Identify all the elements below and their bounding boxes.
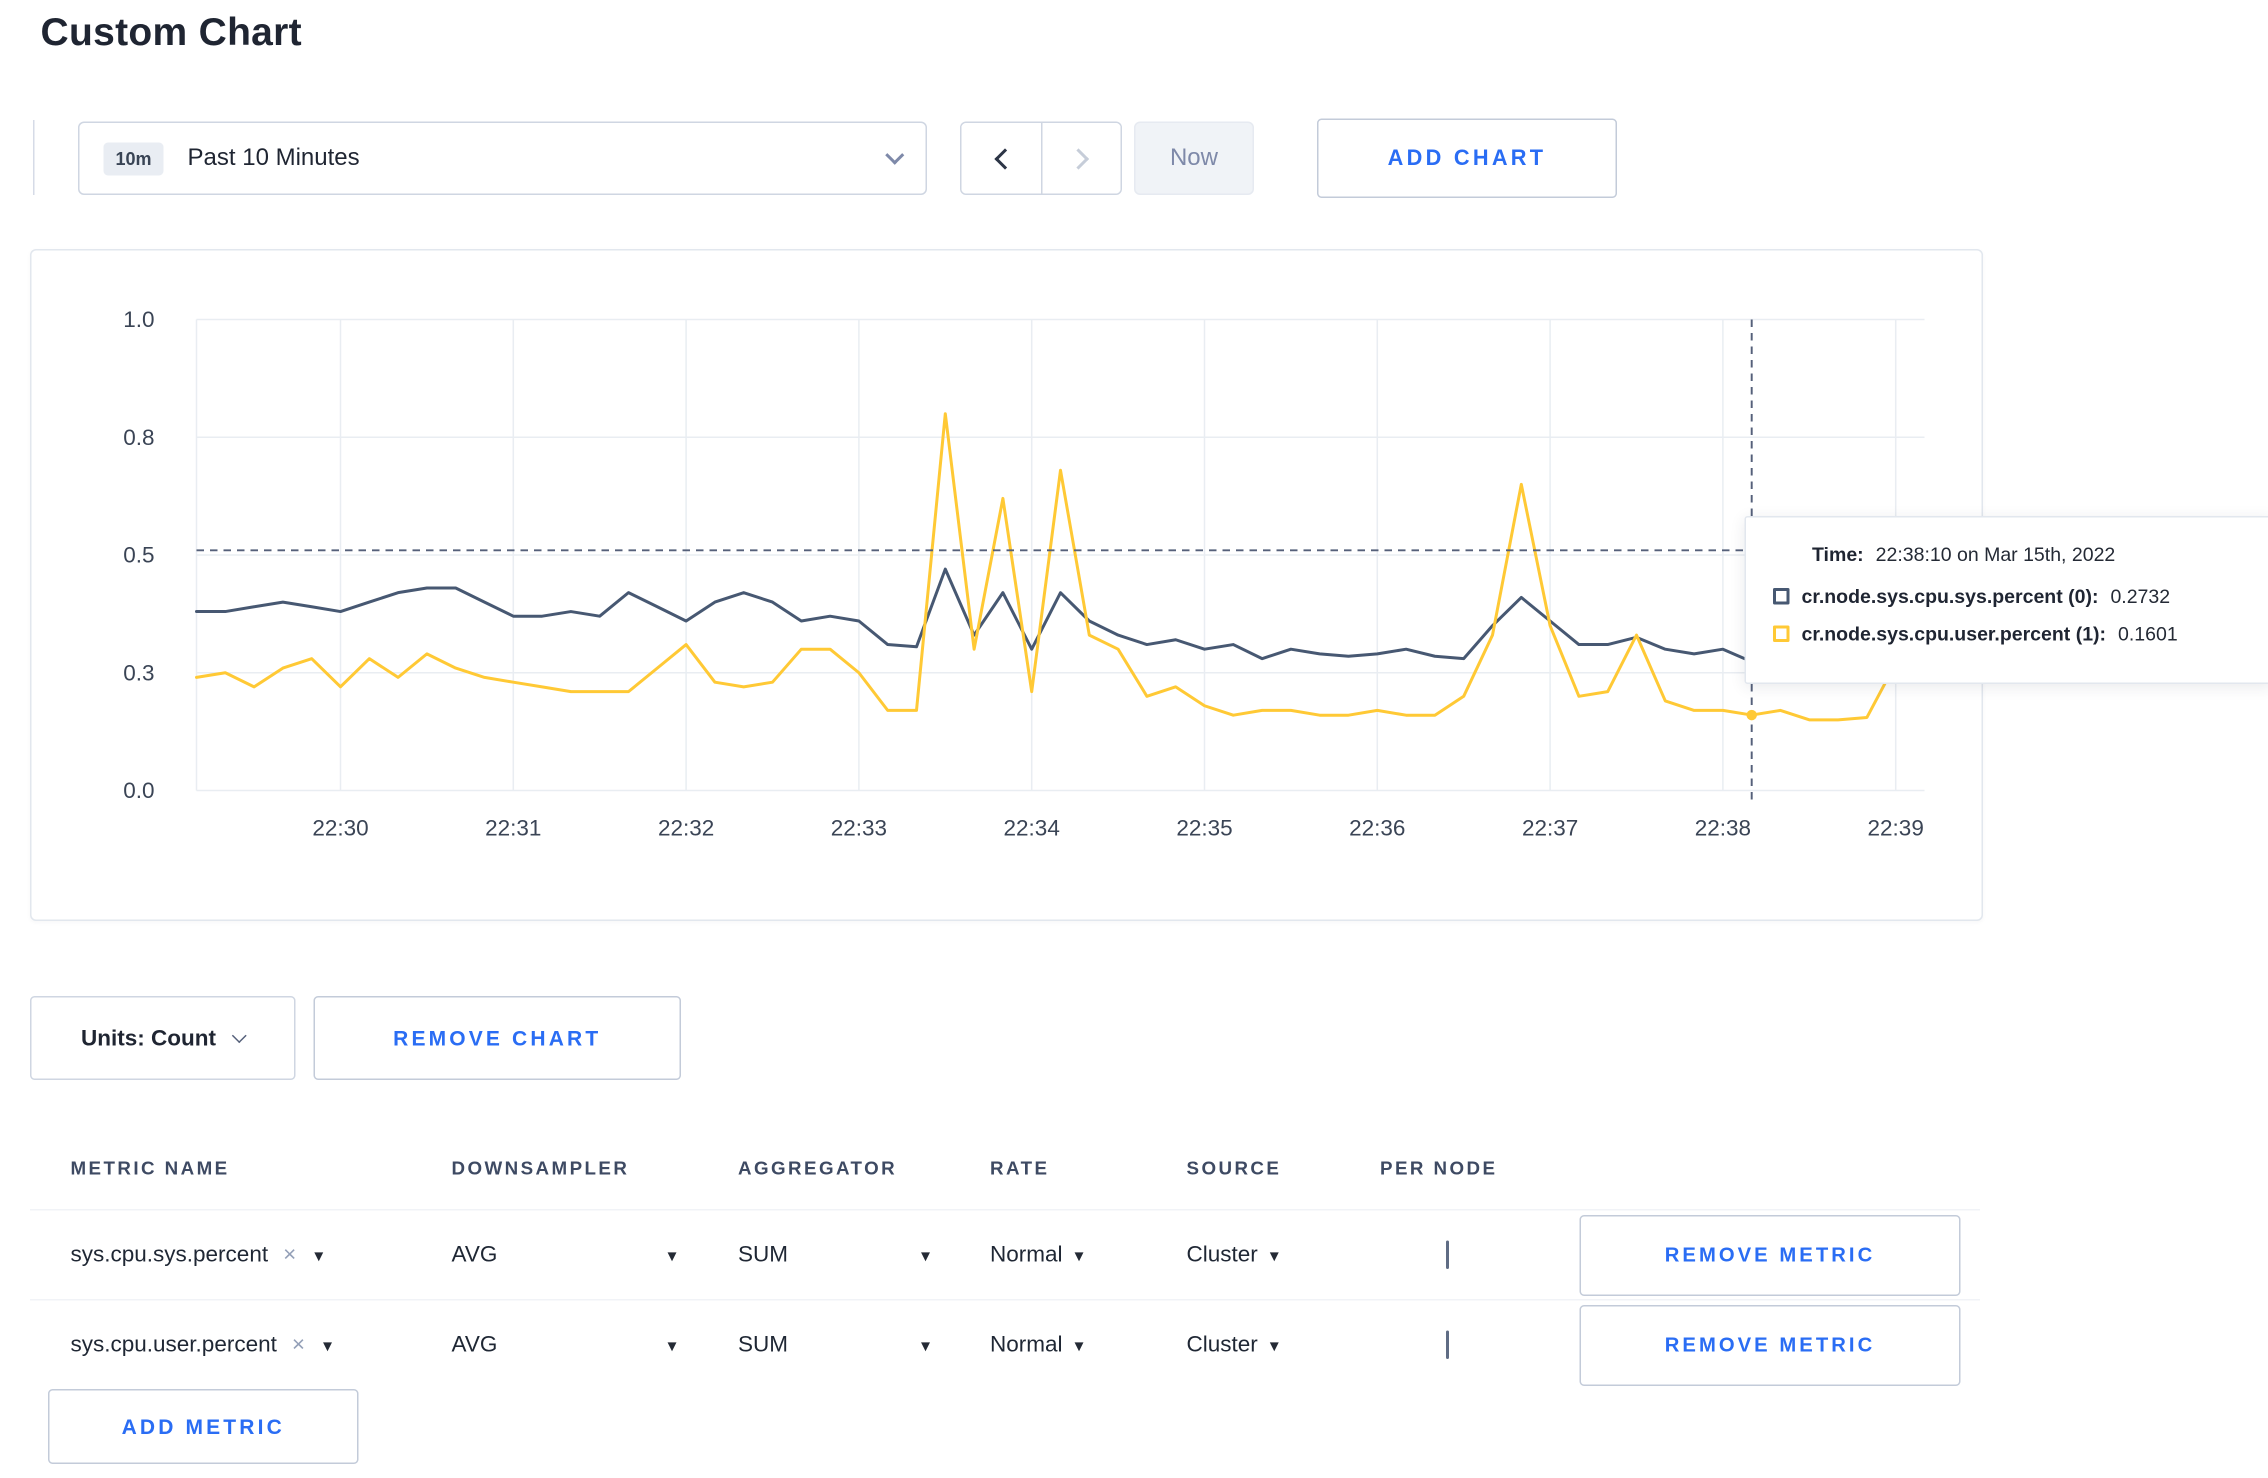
chevron-down-icon bbox=[231, 1027, 247, 1043]
chevron-right-icon bbox=[1067, 147, 1090, 169]
caret-down-icon: ▾ bbox=[1074, 1244, 1084, 1266]
chevron-down-icon bbox=[885, 145, 905, 165]
units-select[interactable]: Units: Count bbox=[30, 996, 296, 1080]
caret-down-icon: ▾ bbox=[920, 1334, 930, 1356]
column-header-per-node: PER NODE bbox=[1380, 1158, 1498, 1179]
svg-text:0.3: 0.3 bbox=[123, 660, 154, 685]
rate-select[interactable]: Normal ▾ bbox=[990, 1242, 1187, 1268]
chart-panel: 0.0 0.3 0.5 0.8 1.0 22:30 22:31 22:32 22:33 22:34… bbox=[30, 249, 1983, 921]
time-range-badge: 10m bbox=[103, 141, 164, 175]
column-header-rate: RATE bbox=[990, 1158, 1050, 1179]
tooltip-series-name: cr.node.sys.cpu.sys.percent (0): bbox=[1801, 585, 2099, 608]
caret-down-icon: ▾ bbox=[667, 1244, 677, 1266]
time-nav-group bbox=[960, 121, 1122, 195]
chart-tooltip: Time: 22:38:10 on Mar 15th, 2022 cr.node… bbox=[1744, 516, 2268, 684]
aggregator-value: SUM bbox=[738, 1242, 789, 1268]
metrics-table-header: METRIC NAME DOWNSAMPLER AGGREGATOR RATE … bbox=[30, 1128, 1980, 1209]
time-next-button[interactable] bbox=[1041, 123, 1121, 194]
column-header-metric-name: METRIC NAME bbox=[70, 1158, 230, 1179]
svg-text:0.0: 0.0 bbox=[123, 778, 154, 803]
svg-text:22:36: 22:36 bbox=[1349, 816, 1405, 841]
rate-value: Normal bbox=[990, 1242, 1063, 1268]
series-swatch-user bbox=[1773, 625, 1790, 642]
add-metric-button[interactable]: ADD METRIC bbox=[48, 1389, 359, 1464]
svg-text:22:39: 22:39 bbox=[1868, 816, 1924, 841]
svg-text:22:30: 22:30 bbox=[312, 816, 368, 841]
source-value: Cluster bbox=[1186, 1242, 1258, 1268]
svg-text:22:38: 22:38 bbox=[1695, 816, 1751, 841]
aggregator-select[interactable]: SUM ▾ bbox=[738, 1242, 930, 1268]
svg-text:22:34: 22:34 bbox=[1004, 816, 1060, 841]
rate-select[interactable]: Normal ▾ bbox=[990, 1332, 1187, 1358]
time-prev-button[interactable] bbox=[961, 123, 1041, 194]
aggregator-select[interactable]: SUM ▾ bbox=[738, 1332, 930, 1358]
caret-down-icon: ▾ bbox=[314, 1244, 324, 1266]
svg-text:22:33: 22:33 bbox=[831, 816, 887, 841]
rate-value: Normal bbox=[990, 1332, 1063, 1358]
add-chart-button[interactable]: ADD CHART bbox=[1317, 118, 1617, 198]
page-title: Custom Chart bbox=[40, 9, 302, 54]
svg-text:1.0: 1.0 bbox=[123, 307, 154, 332]
clear-metric-icon[interactable]: × bbox=[292, 1332, 305, 1358]
units-label: Units: Count bbox=[81, 1025, 216, 1051]
svg-text:22:32: 22:32 bbox=[658, 816, 714, 841]
tooltip-series-value: 0.1601 bbox=[2118, 622, 2178, 646]
metric-name-value: sys.cpu.sys.percent bbox=[70, 1242, 269, 1268]
tooltip-series-value: 0.2732 bbox=[2110, 585, 2171, 608]
column-header-downsampler: DOWNSAMPLER bbox=[451, 1158, 630, 1179]
column-header-aggregator: AGGREGATOR bbox=[738, 1158, 898, 1179]
table-row: sys.cpu.sys.percent × ▾ AVG ▾ SUM ▾ Norm… bbox=[30, 1209, 1980, 1299]
caret-down-icon: ▾ bbox=[1074, 1334, 1084, 1356]
downsampler-value: AVG bbox=[451, 1242, 498, 1268]
tooltip-time-label: Time: bbox=[1812, 543, 1864, 566]
remove-metric-button[interactable]: REMOVE METRIC bbox=[1579, 1304, 1961, 1386]
tooltip-time-value: 22:38:10 on Mar 15th, 2022 bbox=[1875, 543, 2116, 566]
source-select[interactable]: Cluster ▾ bbox=[1187, 1242, 1381, 1268]
metric-name-select[interactable]: sys.cpu.user.percent × ▾ bbox=[71, 1332, 452, 1358]
svg-text:0.5: 0.5 bbox=[123, 543, 154, 568]
series-swatch-sys bbox=[1773, 588, 1790, 605]
time-range-label: Past 10 Minutes bbox=[187, 144, 360, 171]
caret-down-icon: ▾ bbox=[920, 1244, 930, 1266]
column-header-source: SOURCE bbox=[1186, 1158, 1282, 1179]
table-row: sys.cpu.user.percent × ▾ AVG ▾ SUM ▾ Nor… bbox=[30, 1299, 1980, 1389]
custom-chart-page: Custom Chart 10m Past 10 Minutes Now ADD… bbox=[0, 0, 2268, 1478]
toolbar-divider bbox=[33, 120, 35, 195]
per-node-checkbox[interactable] bbox=[1446, 1329, 1449, 1359]
svg-text:22:35: 22:35 bbox=[1176, 816, 1232, 841]
caret-down-icon: ▾ bbox=[667, 1334, 677, 1356]
aggregator-value: SUM bbox=[738, 1332, 789, 1358]
chevron-left-icon bbox=[993, 147, 1015, 169]
source-value: Cluster bbox=[1186, 1332, 1258, 1358]
downsampler-value: AVG bbox=[451, 1332, 498, 1358]
now-button[interactable]: Now bbox=[1134, 121, 1254, 195]
downsampler-select[interactable]: AVG ▾ bbox=[452, 1332, 677, 1358]
caret-down-icon: ▾ bbox=[1269, 1244, 1279, 1266]
downsampler-select[interactable]: AVG ▾ bbox=[452, 1242, 677, 1268]
metrics-table: METRIC NAME DOWNSAMPLER AGGREGATOR RATE … bbox=[30, 1128, 1980, 1389]
svg-text:22:31: 22:31 bbox=[485, 816, 541, 841]
per-node-checkbox[interactable] bbox=[1446, 1239, 1449, 1269]
caret-down-icon: ▾ bbox=[323, 1334, 333, 1356]
source-select[interactable]: Cluster ▾ bbox=[1187, 1332, 1381, 1358]
svg-text:22:37: 22:37 bbox=[1522, 816, 1578, 841]
time-range-select[interactable]: 10m Past 10 Minutes bbox=[78, 121, 927, 195]
clear-metric-icon[interactable]: × bbox=[283, 1242, 296, 1268]
metrics-line-chart[interactable]: 0.0 0.3 0.5 0.8 1.0 22:30 22:31 22:32 22:33 22:34… bbox=[32, 251, 1985, 923]
remove-metric-button[interactable]: REMOVE METRIC bbox=[1579, 1214, 1961, 1296]
metric-name-value: sys.cpu.user.percent bbox=[70, 1332, 277, 1358]
caret-down-icon: ▾ bbox=[1269, 1334, 1279, 1356]
svg-text:0.8: 0.8 bbox=[123, 425, 154, 450]
remove-chart-button[interactable]: REMOVE CHART bbox=[313, 996, 681, 1080]
tooltip-series-name: cr.node.sys.cpu.user.percent (1): bbox=[1801, 622, 2107, 646]
metric-name-select[interactable]: sys.cpu.sys.percent × ▾ bbox=[71, 1242, 452, 1268]
